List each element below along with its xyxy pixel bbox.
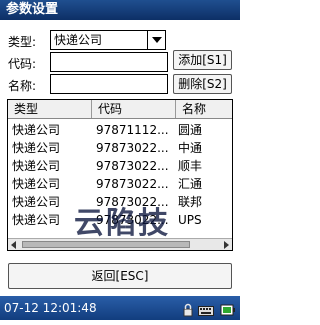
name-input[interactable] — [50, 74, 168, 94]
table-header: 类型 代码 名称 — [8, 100, 232, 119]
cell-name: UPS — [178, 213, 202, 227]
cell-name: 联邦 — [178, 195, 203, 209]
cell-type: 快递公司 — [12, 177, 61, 191]
cell-type: 快递公司 — [12, 213, 61, 227]
cell-name: 中通 — [178, 141, 203, 155]
battery-icon[interactable] — [220, 301, 236, 316]
taskbar: 07-12 12:01:48 — [0, 296, 240, 320]
column-header-code[interactable]: 代码 — [92, 100, 176, 118]
scroll-left-icon[interactable] — [8, 239, 20, 250]
keyboard-icon[interactable] — [198, 301, 214, 316]
column-header-name[interactable]: 名称 — [176, 100, 232, 118]
taskbar-datetime: 07-12 12:01:48 — [4, 301, 97, 315]
cell-code: 97873022... — [96, 159, 169, 173]
table-row[interactable]: 快递公司 97873022... 中通 — [8, 140, 232, 156]
scrollbar-thumb[interactable] — [22, 241, 190, 248]
chevron-down-icon[interactable] — [147, 31, 165, 49]
type-dropdown-value: 快递公司 — [54, 33, 103, 47]
cell-code: 97873022... — [96, 195, 169, 209]
table-row[interactable]: 快递公司 97871112... 圆通 — [8, 122, 232, 138]
cell-code: 97873022... — [96, 213, 169, 227]
table-row[interactable]: 快递公司 97873022... 联邦 — [8, 194, 232, 210]
cell-code: 97873022... — [96, 141, 169, 155]
add-button[interactable]: 添加[S1] — [173, 50, 232, 70]
cell-name: 汇通 — [178, 177, 203, 191]
code-label: 代码: — [8, 57, 37, 71]
table-row[interactable]: 快递公司 97873022... 汇通 — [8, 176, 232, 192]
delete-button[interactable]: 删除[S2] — [173, 74, 232, 94]
type-label: 类型: — [8, 35, 37, 49]
data-table[interactable]: 类型 代码 名称 快递公司 97871112... 圆通 快递公司 978730… — [7, 99, 233, 251]
scroll-right-icon[interactable] — [220, 239, 232, 250]
type-dropdown[interactable]: 快递公司 — [50, 30, 166, 50]
cell-code: 97873022... — [96, 177, 169, 191]
cell-type: 快递公司 — [12, 159, 61, 173]
cell-name: 圆通 — [178, 123, 203, 137]
cell-type: 快递公司 — [12, 141, 61, 155]
cell-code: 97871112... — [96, 123, 169, 137]
lock-icon[interactable] — [182, 301, 194, 317]
table-row[interactable]: 快递公司 97873022... 顺丰 — [8, 158, 232, 174]
code-input[interactable] — [50, 52, 168, 72]
table-row[interactable]: 快递公司 97873022... UPS — [8, 212, 232, 228]
cell-type: 快递公司 — [12, 123, 61, 137]
horizontal-scrollbar[interactable] — [8, 238, 232, 250]
cell-name: 顺丰 — [178, 159, 203, 173]
column-header-type[interactable]: 类型 — [8, 100, 92, 118]
back-button[interactable]: 返回[ESC] — [8, 263, 232, 289]
name-label: 名称: — [8, 79, 37, 93]
window-title: 参数设置 — [0, 0, 240, 20]
cell-type: 快递公司 — [12, 195, 61, 209]
